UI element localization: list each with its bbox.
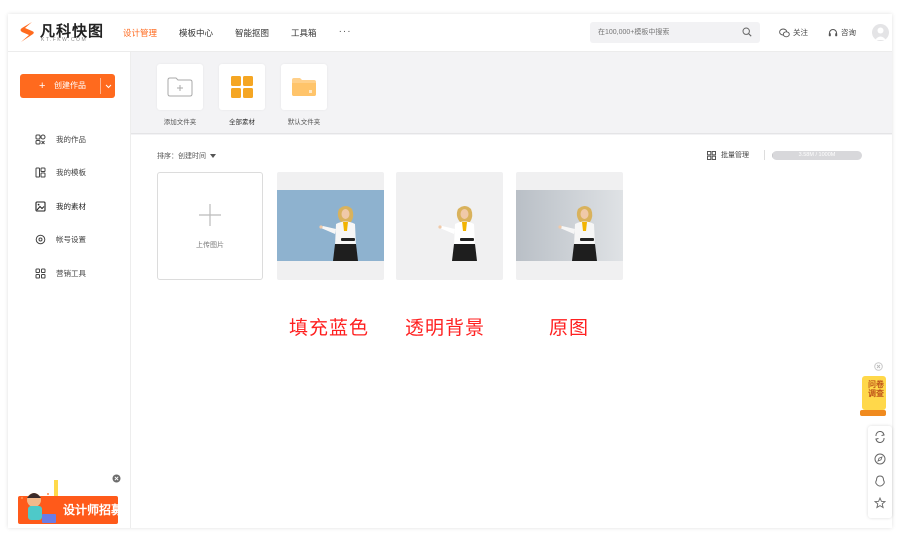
sidebar-item-label: 我的作品 [56,135,86,144]
folder-caption: 全部素材 [229,119,255,126]
chevron-down-icon[interactable] [104,80,113,92]
image-thumb-blue-background[interactable] [277,172,384,280]
sidebar-item-marketing-tools[interactable]: 营销工具 [35,268,86,279]
upload-image-tile[interactable]: 上传图片 [157,172,263,280]
user-avatar-icon [875,27,886,40]
works-icon [35,134,46,145]
sidebar-item-my-works[interactable]: 我的作品 [35,134,86,145]
create-work-button[interactable]: + 创建作品 [20,74,115,98]
nav-smart-cutout[interactable]: 智能抠图 [235,14,269,52]
nav-toolbox[interactable]: 工具箱 [291,14,317,52]
top-header: 凡科快图 KT.FKW.COM 设计管理 模板中心 智能抠图 工具箱 ··· 关… [8,14,892,52]
grid-icon [707,150,716,160]
caption-transparent: 透明背景 [405,318,486,339]
consult-label: 咨询 [841,28,856,37]
sidebar-item-account-settings[interactable]: 帐号设置 [35,234,86,245]
all-materials-tile[interactable] [219,64,265,110]
brand-sub: KT.FKW.COM [41,37,88,43]
person-photo-blue-background [277,190,384,261]
search-icon[interactable] [742,27,752,37]
nav-template-center[interactable]: 模板中心 [179,14,213,52]
default-folder[interactable]: 默认文件夹 [281,64,327,126]
headset-icon [828,28,838,36]
sort-dropdown[interactable]: 排序：创建时间 [157,151,216,161]
storage-usage-bar: 3.58M / 1000M [772,151,862,160]
all-materials-folder[interactable]: 全部素材 [219,64,265,126]
folder-strip: 添加文件夹 全部素材 默认文件夹 [131,52,892,134]
brand-logo[interactable]: 凡科快图 KT.FKW.COM [18,20,103,46]
consult-button[interactable]: 咨询 [828,27,856,38]
close-icon[interactable] [112,474,121,483]
add-folder-tile[interactable] [157,64,203,110]
grid-folder-icon [231,76,253,98]
batch-manage-label: 批量管理 [721,152,749,159]
compass-icon[interactable] [874,453,886,465]
sidebar-item-label: 我的模板 [56,168,86,177]
wechat-icon [779,28,790,37]
image-thumb-transparent-background[interactable] [396,172,503,280]
material-icon [35,201,46,212]
refresh-icon[interactable] [874,431,886,443]
follow-button[interactable]: 关注 [779,27,808,38]
main-nav: 设计管理 模板中心 智能抠图 工具箱 ··· [123,14,352,52]
add-folder-icon [167,77,193,97]
sidebar-item-label: 帐号设置 [56,235,86,244]
person-photo-original [516,190,623,261]
image-thumb-original[interactable] [516,172,623,280]
add-folder[interactable]: 添加文件夹 [157,64,203,126]
default-folder-tile[interactable] [281,64,327,110]
sidebar: + 创建作品 我的作品 我的模板 我的素材 帐号设置 营销工具 设计师招募 [8,52,131,528]
sidebar-item-label: 我的素材 [56,202,86,211]
upload-image-label: 上传图片 [196,242,224,249]
questionnaire-widget[interactable]: 问卷调查 [856,362,886,420]
follow-label: 关注 [793,28,808,37]
star-icon[interactable] [874,497,886,509]
folder-icon [292,78,316,96]
material-content: 排序：创建时间 批量管理 3.58M / 1000M 上传图片 填充蓝色 透明背… [131,135,892,528]
right-tool-bar [868,426,892,518]
caret-down-icon [210,154,216,158]
person-photo-transparent-background [396,190,503,261]
plus-icon: + [39,80,46,92]
sidebar-item-label: 营销工具 [56,269,86,278]
nav-design-manage[interactable]: 设计管理 [123,14,157,52]
batch-manage-button[interactable]: 批量管理 [707,150,749,160]
caption-original: 原图 [549,318,590,339]
questionnaire-label: 问卷调查 [868,380,884,398]
sidebar-item-my-materials[interactable]: 我的素材 [35,201,86,212]
button-divider [100,78,101,94]
close-icon[interactable] [874,362,883,371]
logo-mark-icon [20,22,34,42]
marketing-icon [35,268,46,279]
create-work-label: 创建作品 [54,81,86,90]
folder-caption: 添加文件夹 [163,119,197,126]
nav-more-button[interactable]: ··· [339,14,352,52]
search-box [590,22,760,43]
qq-icon[interactable] [874,475,886,487]
sidebar-item-my-templates[interactable]: 我的模板 [35,167,86,178]
designer-recruit-banner[interactable]: 设计师招募 [14,470,124,526]
search-input[interactable] [598,26,738,39]
storage-usage-text: 3.58M / 1000M [798,152,836,158]
avatar[interactable] [872,24,889,41]
template-icon [35,167,46,178]
recruit-label: 设计师招募 [63,503,124,517]
divider [764,150,765,160]
settings-icon [35,234,46,245]
sort-label: 排序：创建时间 [157,153,206,160]
app-window: 凡科快图 KT.FKW.COM 设计管理 模板中心 智能抠图 工具箱 ··· 关… [8,14,892,528]
plus-icon [199,204,221,226]
folder-caption: 默认文件夹 [287,119,321,126]
caption-blue-fill: 填充蓝色 [289,318,370,339]
